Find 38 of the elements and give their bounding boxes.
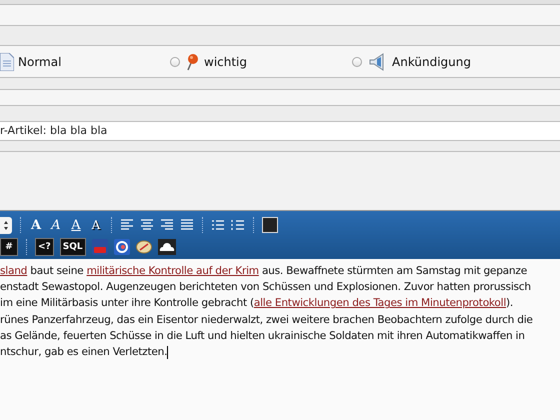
select-stepper-icon[interactable] [0, 216, 12, 234]
editor-text: enstadt Sewastopol. Augenzeugen berichteten von Schüssen und Explosionen. Zuvor hatten prorussisch [0, 281, 531, 294]
align-icon[interactable] [140, 219, 154, 231]
editor-text: aus. Bewaffnete stürmten am Samstag mit gepanze [260, 265, 527, 277]
text-link[interactable]: militärische Kontrolle auf der Krim [86, 265, 259, 277]
numbered-list-icon[interactable] [231, 219, 245, 231]
editor-text: ). [506, 297, 514, 310]
post-type-label: wichtig [204, 54, 248, 68]
title-input-field[interactable]: r-Artikel: bla bla bla [0, 122, 560, 141]
code-button[interactable]: <? [35, 238, 54, 256]
post-type-label: Ankündigung [392, 54, 472, 68]
format-button[interactable]: A [29, 218, 43, 232]
format-button[interactable]: A [89, 218, 103, 232]
text-link[interactable]: sland [0, 265, 28, 277]
color-swatch-icon[interactable] [262, 217, 278, 233]
editor-text: ntschur, gab es einen Verletzten. [0, 346, 168, 358]
align-icon[interactable] [180, 219, 194, 231]
compass-icon[interactable] [136, 239, 152, 255]
align-icon[interactable] [120, 219, 134, 231]
pushpin-icon [186, 52, 200, 70]
format-button[interactable]: A [69, 218, 83, 232]
post-type-label: Normal [18, 54, 62, 68]
document-icon [0, 52, 14, 70]
editor-text: as Gelände, feuerten Schüsse in die Luft und hielten ukrainische Soldaten mit ihren Automatikwaffen in [0, 330, 525, 342]
format-button[interactable]: A [49, 218, 63, 232]
radio-button[interactable] [170, 56, 180, 66]
code-button[interactable]: SQL [60, 238, 86, 256]
align-icon[interactable] [160, 219, 174, 231]
text-link[interactable]: alle Entwicklungen des Tages im Minutenprotokoll [254, 297, 506, 310]
radio-button[interactable] [352, 56, 362, 66]
bullet-list-icon[interactable] [211, 219, 225, 231]
editor-text: im eine Militärbasis unter ihre Kontrolle gebracht ( [0, 297, 254, 310]
cloud-icon[interactable] [158, 239, 176, 255]
editor-text: baut seine [29, 265, 84, 277]
editor-text: rünes Panzerfahrzeug, das ein Eisentor niederwalzt, zwei weitere brachen Beobachtern zufolge durch die [0, 314, 533, 326]
editor-area[interactable] [0, 259, 560, 420]
flash-icon[interactable] [114, 239, 130, 255]
code-button[interactable]: # [0, 238, 18, 256]
